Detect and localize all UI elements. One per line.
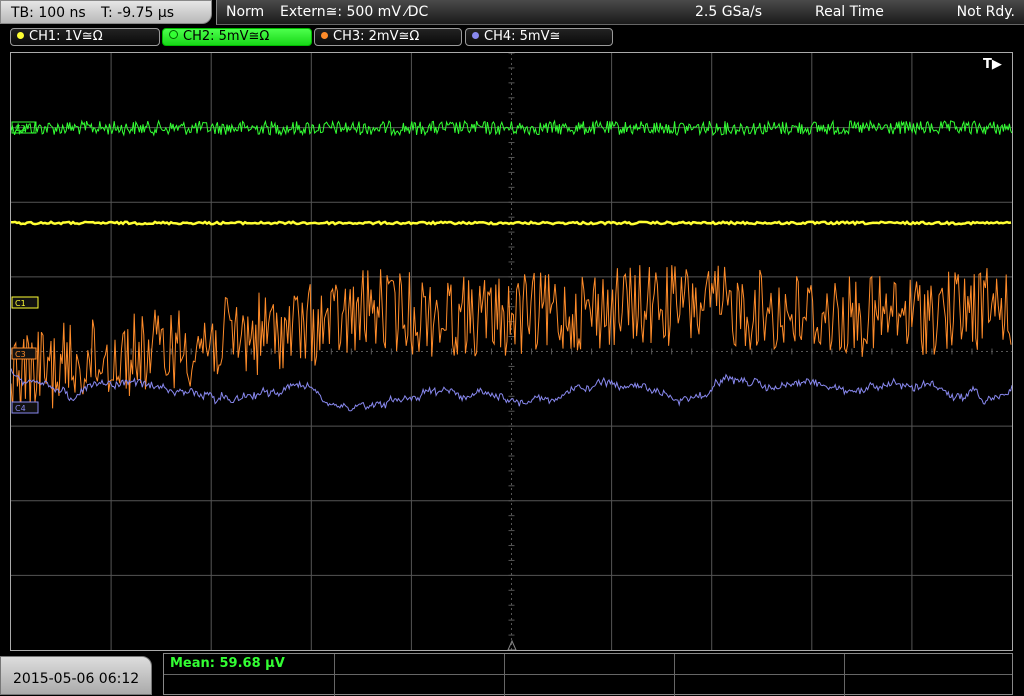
tab-ch2[interactable]: CH2: 5mV≅Ω (162, 28, 312, 46)
ch2-label: CH2: 5mV≅Ω (183, 29, 270, 44)
ch1-marker-text: C1 (15, 299, 26, 308)
trigger-source: Extern≅: 500 mV ⁄DC (280, 4, 429, 20)
ch2-marker-text: C2 (15, 124, 26, 133)
trigger-mode: Norm (226, 4, 265, 20)
ch3-marker: C3 (11, 347, 37, 360)
measurement-cell-divider (334, 654, 335, 696)
ch1-marker: C1 (11, 296, 39, 309)
ch1-dot-icon (17, 32, 24, 39)
ch3-dot-icon (321, 32, 328, 39)
ch4-marker-text: C4 (15, 404, 26, 413)
acquisition-status: Not Rdy. (956, 4, 1015, 20)
sample-rate: 2.5 GSa/s (695, 4, 763, 20)
ch4-marker: C4 (11, 401, 39, 414)
ch3-marker-text: C3 (15, 350, 26, 359)
waveform-display[interactable]: C2 C1 C3 C4 T▶ (10, 52, 1013, 651)
tab-ch3[interactable]: CH3: 2mV≅Ω (314, 28, 462, 46)
datetime-value: 2015-05-06 06:12 (13, 671, 140, 687)
ch2-dot-icon (169, 30, 178, 39)
measurement-cell-divider (844, 654, 845, 696)
ch1-waveform (11, 220, 1012, 226)
timebase-value: TB: 100 ns (11, 5, 86, 21)
waveform-canvas: C2 C1 C3 C4 T▶ (11, 53, 1012, 650)
measurement-cell-divider (674, 654, 675, 696)
ch3-label: CH3: 2mV≅Ω (333, 29, 420, 44)
measurement-bar[interactable]: Mean: 59.68 µV (163, 653, 1013, 696)
trigger-marker: T▶ (983, 57, 1002, 72)
datetime-panel: 2015-05-06 06:12 (0, 656, 152, 695)
measurement-mean: Mean: 59.68 µV (170, 656, 285, 671)
top-status-bar: TB: 100 ns T: -9.75 µs Norm Extern≅: 500… (0, 0, 1024, 25)
ch1-label: CH1: 1V≅Ω (29, 29, 103, 44)
ch4-label: CH4: 5mV≅ (484, 29, 561, 44)
timebase-panel[interactable]: TB: 100 ns T: -9.75 µs (0, 0, 212, 24)
ch4-dot-icon (472, 32, 479, 39)
acquisition-mode: Real Time (815, 4, 884, 20)
trigger-position-value: T: -9.75 µs (101, 5, 175, 21)
measurement-row-divider (164, 674, 1012, 675)
measurement-cell-divider (504, 654, 505, 696)
tab-ch4[interactable]: CH4: 5mV≅ (465, 28, 613, 46)
tab-ch1[interactable]: CH1: 1V≅Ω (10, 28, 160, 46)
trigger-panel[interactable]: Norm Extern≅: 500 mV ⁄DC 2.5 GSa/s Real … (216, 0, 1024, 25)
